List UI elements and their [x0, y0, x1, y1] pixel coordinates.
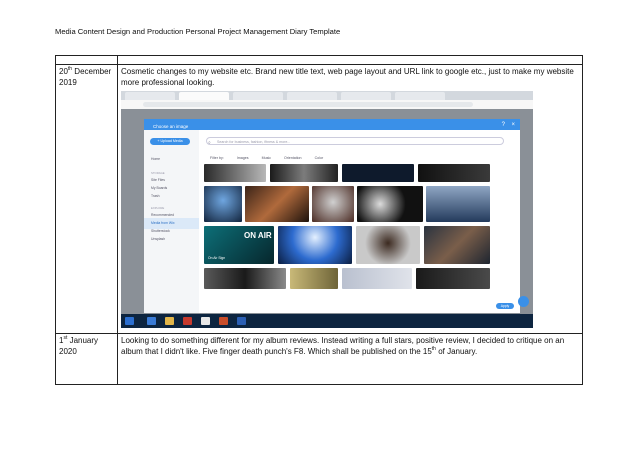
- image-thumbnail: [357, 186, 423, 222]
- windows-taskbar: [121, 314, 533, 328]
- filter-label: Filter by:: [210, 156, 224, 160]
- image-thumbnail: [342, 268, 412, 289]
- image-thumbnail: [245, 186, 309, 222]
- help-icon: ?: [501, 122, 505, 128]
- word-icon: [237, 317, 246, 325]
- image-thumbnail: [312, 186, 354, 222]
- media-icon: [183, 317, 192, 325]
- media-sidebar: + Upload Media Home STORAGE Site Files M…: [144, 130, 199, 313]
- browser-tab: [287, 92, 337, 100]
- diary-table: 20th December 2019 Cosmetic changes to m…: [55, 55, 583, 385]
- ie-icon: [147, 317, 156, 325]
- table-row: 1st January 2020 Looking to do something…: [55, 333, 583, 385]
- filter-bar: Filter by: Images Music Orientation Colo…: [210, 153, 335, 164]
- browser-tab: [233, 92, 283, 100]
- powerpoint-icon: [219, 317, 228, 325]
- on-air-thumbnail-text: ON AIR: [244, 231, 272, 240]
- website-editor-screenshot: Choose an image ? × + Upload Media Home …: [121, 91, 533, 328]
- filter-color: Color: [314, 156, 324, 160]
- dialog-header: Choose an image ? ×: [144, 119, 520, 130]
- browser-tab: [179, 92, 229, 100]
- image-thumbnail: [204, 164, 266, 182]
- filter-images: Images: [236, 156, 249, 160]
- browser-tab: [341, 92, 391, 100]
- sidebar-item-home: Home: [151, 157, 161, 161]
- close-icon: ×: [511, 122, 515, 128]
- chat-icon: [518, 296, 529, 307]
- header-cell-date: [55, 55, 118, 65]
- sidebar-item-unsplash: Unsplash: [151, 237, 166, 241]
- url-field: [143, 102, 473, 107]
- document-header: Media Content Design and Production Pers…: [55, 27, 341, 36]
- image-thumbnail: [204, 268, 286, 289]
- header-cell-entry: [117, 55, 583, 65]
- upload-media-button: + Upload Media: [150, 138, 190, 145]
- browser-tab: [125, 92, 175, 100]
- image-thumbnail: [424, 226, 490, 264]
- image-thumbnail: [290, 268, 338, 289]
- entry-date: 1st January 2020: [55, 333, 118, 385]
- folder-icon: [165, 317, 174, 325]
- choose-image-dialog: Choose an image ? × + Upload Media Home …: [144, 119, 520, 313]
- browser-tab: [395, 92, 445, 100]
- browser-address-bar: [121, 100, 533, 109]
- entry-text-cell: Cosmetic changes to my website etc. Bran…: [117, 64, 583, 334]
- on-air-thumbnail-caption: On Air Sign: [208, 256, 226, 260]
- start-icon: [125, 317, 134, 325]
- filter-orientation: Orientation: [283, 156, 302, 160]
- entry-text: Cosmetic changes to my website etc. Bran…: [121, 67, 574, 87]
- image-thumbnail: [418, 164, 490, 182]
- table-row: 20th December 2019 Cosmetic changes to m…: [55, 64, 583, 334]
- entry-text: Looking to do something different for my…: [117, 333, 583, 385]
- image-thumbnail: [270, 164, 338, 182]
- apply-button: Apply: [496, 303, 514, 309]
- chrome-icon: [201, 317, 210, 325]
- table-header-row: [55, 55, 583, 65]
- media-search-input: Search for business, fashion, fitness & …: [206, 137, 504, 145]
- image-thumbnail: [204, 186, 242, 222]
- image-thumbnail: [342, 164, 414, 182]
- sidebar-item-trash: Trash: [151, 194, 160, 198]
- image-thumbnail: [426, 186, 490, 222]
- filter-music: Music: [261, 156, 271, 160]
- browser-tab-bar: [121, 91, 533, 100]
- entry-date: 20th December 2019: [55, 64, 118, 334]
- image-thumbnail: [356, 226, 420, 264]
- image-thumbnail: [278, 226, 352, 264]
- image-thumbnail: [416, 268, 490, 289]
